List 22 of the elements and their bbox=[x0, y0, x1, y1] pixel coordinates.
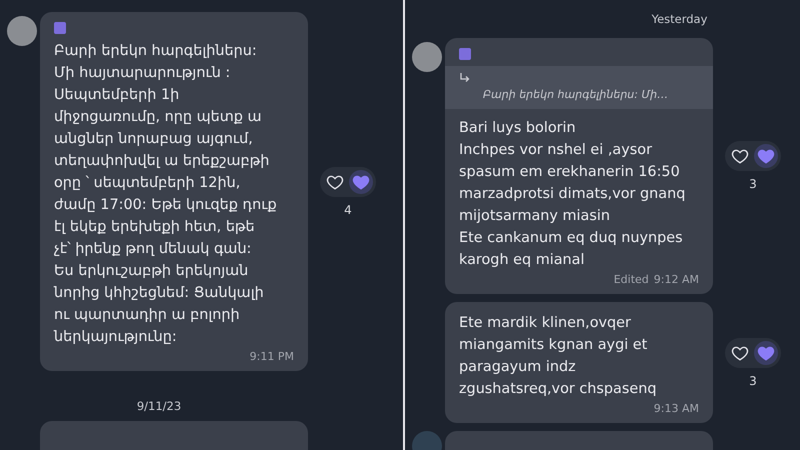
message-time: 9:12 AM bbox=[654, 273, 699, 286]
reply-arrow-icon bbox=[459, 72, 471, 84]
edited-label: Edited bbox=[614, 273, 649, 286]
heart-reaction-button[interactable] bbox=[754, 144, 778, 168]
message-time: 9:11 PM bbox=[250, 350, 294, 363]
message-text: Ete mardik klinen,ovqer miangamits kgnan aygi et paragayum indz zgushatsreq,vor chspasenq bbox=[459, 314, 658, 399]
reaction-count: 4 bbox=[344, 202, 352, 216]
redacted-name bbox=[54, 22, 66, 34]
message-text: Բարի երեկո հարգելիներս: Մի հայտարարություն : Սեպտեմբերի 1ի միջոցառումը, որը պետք ա անցներ նորաբաց այգում, տեղափոխվել ա երեքշաբթի օրը ՝ սեպտեմբերի 12ին, ժամը 17:00: Եթե կուզեք դուք էլ եկեք երեխեքի հետ, եթե չէ՝ իրենք թող մենակ գան: Ես երկուշաբթի երեկոյան նորից կհիշեցնեմ: Ցանկալի ու պարտադիր ա բոլորի ներկայությունը: bbox=[54, 42, 278, 347]
heart-reaction-button[interactable] bbox=[754, 340, 778, 364]
reaction-count: 3 bbox=[749, 374, 757, 388]
heart-reaction-button[interactable] bbox=[349, 170, 373, 194]
avatar bbox=[7, 16, 37, 46]
message-time: 9:13 AM bbox=[654, 402, 699, 415]
quoted-text: Բարի երեկո հարգելիներս: Մի… bbox=[482, 88, 670, 101]
date-divider: 9/11/23 bbox=[136, 399, 182, 413]
message-text: Bari luys bolorin Inchpes vor nshel ei ,aysor spasum em erekhanerin 16:50 marzadprotsi dimats,vor gnanq mijotsarmany miasin Ete cankanum eq duq nuynpes karogh eq mianal bbox=[459, 119, 686, 270]
avatar bbox=[412, 42, 442, 72]
date-divider: Yesterday bbox=[652, 12, 708, 26]
reply-quote[interactable]: Բարի երեկո հարգելիներս: Մի… bbox=[445, 66, 713, 109]
reaction-count: 3 bbox=[749, 177, 757, 191]
redacted-name bbox=[459, 48, 471, 60]
